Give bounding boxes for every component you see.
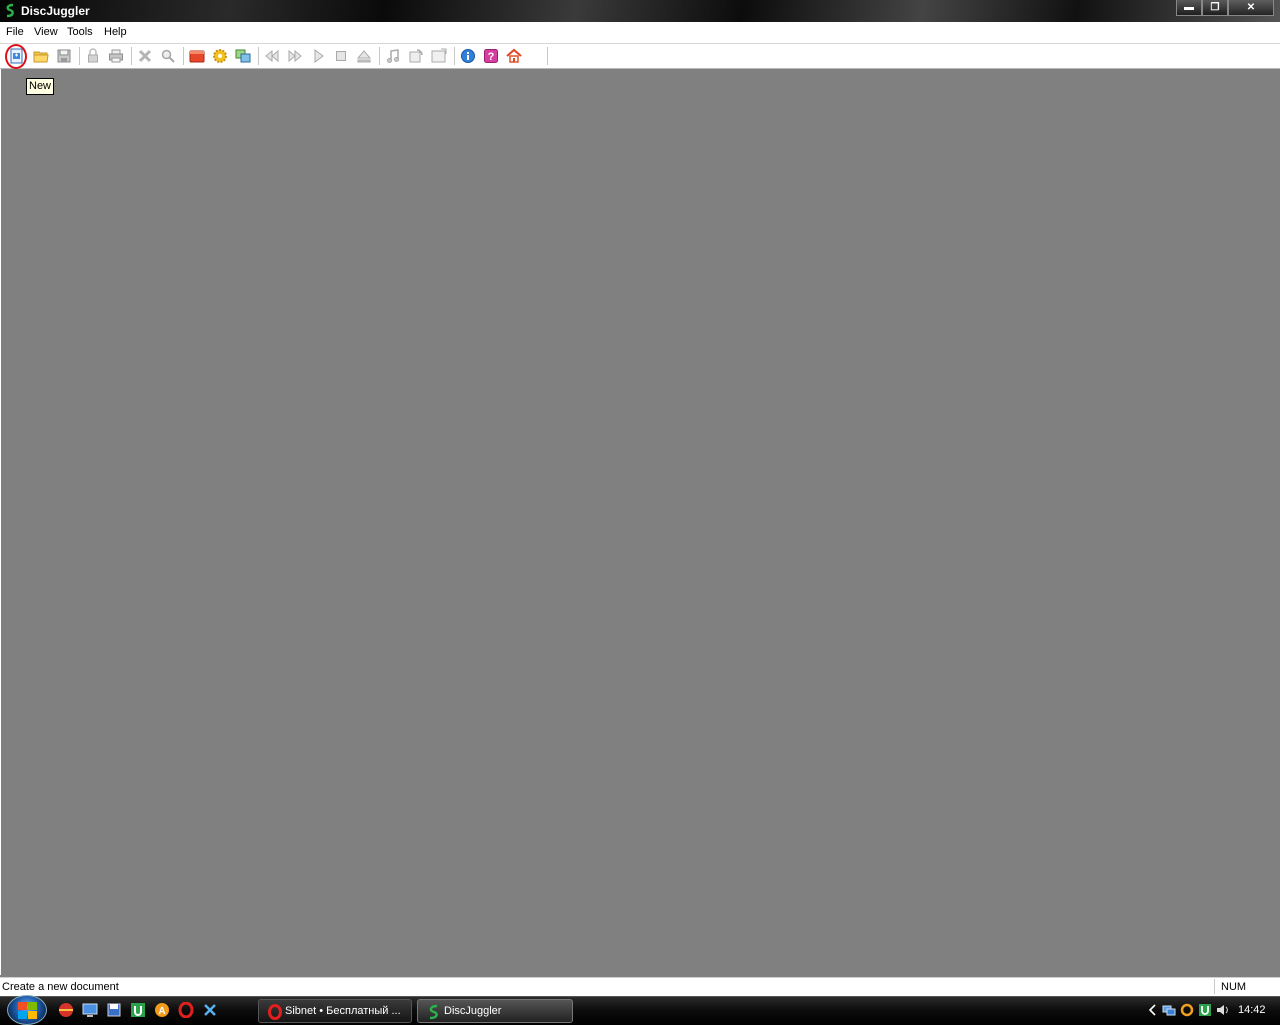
minimize-button[interactable]: ▬ <box>1176 0 1202 16</box>
delete-icon[interactable] <box>137 48 153 64</box>
quicklaunch-utorrent-icon[interactable] <box>130 1002 146 1018</box>
toolbar-separator <box>379 47 380 65</box>
opera-icon <box>267 1004 283 1020</box>
quicklaunch-opera-icon[interactable] <box>178 1001 194 1019</box>
toolbar-separator <box>454 47 455 65</box>
task-label: Sibnet • Бесплатный ... <box>285 1005 401 1017</box>
menu-help[interactable]: Help <box>104 26 127 38</box>
windows-logo-icon <box>18 1002 37 1019</box>
rewind-icon[interactable] <box>264 48 280 64</box>
minimize-icon: ▬ <box>1184 2 1194 13</box>
audio-icon[interactable] <box>385 48 401 64</box>
quicklaunch-browser-icon[interactable] <box>58 1002 74 1018</box>
num-lock-label: NUM <box>1221 981 1247 993</box>
tray-ring-icon[interactable] <box>1180 1003 1194 1017</box>
toolbar-separator <box>183 47 184 65</box>
close-icon: ✕ <box>1246 2 1256 13</box>
restore-button[interactable]: ❐ <box>1202 0 1228 16</box>
refresh-icon[interactable] <box>408 48 424 64</box>
taskbar: A Sibnet • Бесплатный ... DiscJuggler 14… <box>0 995 1280 1025</box>
window-title: DiscJuggler <box>21 4 90 18</box>
title-bar[interactable]: DiscJuggler ▬ ❐ ✕ <box>0 0 1280 22</box>
quicklaunch-desktop-icon[interactable] <box>82 1002 98 1018</box>
toolbar-separator <box>131 47 132 65</box>
volume-icon[interactable] <box>1216 1003 1230 1017</box>
tooltip: New <box>26 78 55 95</box>
discjuggler-icon <box>426 1004 442 1020</box>
svg-text:A: A <box>158 1006 165 1017</box>
quicklaunch-disk-icon[interactable] <box>106 1002 122 1018</box>
menu-bar: File View Tools Help <box>0 22 1280 44</box>
toolbar: ? <box>0 44 1280 69</box>
network-icon[interactable] <box>1162 1003 1176 1017</box>
print-icon[interactable] <box>108 48 124 64</box>
quicklaunch-avast-icon[interactable]: A <box>154 1002 170 1018</box>
start-button[interactable] <box>7 995 47 1025</box>
play-icon[interactable] <box>310 48 326 64</box>
task-discjuggler[interactable]: DiscJuggler <box>417 999 573 1023</box>
toolbar-separator <box>547 47 548 65</box>
toolbar-separator <box>79 47 80 65</box>
highlight-circle <box>5 44 27 69</box>
discjuggler-app-icon[interactable] <box>3 3 18 18</box>
toolbar-separator <box>258 47 259 65</box>
fast-forward-icon[interactable] <box>287 48 303 64</box>
clock[interactable]: 14:42 <box>1238 1004 1266 1016</box>
quicklaunch-tool-icon[interactable] <box>202 1002 218 1018</box>
eject-icon[interactable] <box>356 48 372 64</box>
tray-utorrent-icon[interactable] <box>1198 1003 1212 1017</box>
chevron-left-icon[interactable] <box>1146 1003 1160 1017</box>
copy-disc-icon[interactable] <box>235 48 251 64</box>
menu-view[interactable]: View <box>34 26 58 38</box>
task-label: DiscJuggler <box>444 1005 502 1017</box>
open-icon[interactable] <box>33 48 49 64</box>
status-bar: Create a new document NUM <box>0 977 1280 996</box>
info-icon[interactable] <box>460 48 476 64</box>
save-icon[interactable] <box>56 48 72 64</box>
home-icon[interactable] <box>506 48 522 64</box>
menu-tools[interactable]: Tools <box>67 26 93 38</box>
num-lock-indicator: NUM <box>1214 979 1265 994</box>
status-message: Create a new document <box>2 981 119 993</box>
restore-icon: ❐ <box>1210 2 1220 13</box>
lock-icon[interactable] <box>85 48 101 64</box>
media-icon[interactable] <box>189 48 205 64</box>
close-button[interactable]: ✕ <box>1228 0 1274 16</box>
disc-info-icon[interactable] <box>431 48 447 64</box>
stop-icon[interactable] <box>333 48 349 64</box>
svg-text:?: ? <box>488 51 495 63</box>
help-icon[interactable]: ? <box>483 48 499 64</box>
menu-file[interactable]: File <box>6 26 24 38</box>
find-icon[interactable] <box>160 48 176 64</box>
task-opera[interactable]: Sibnet • Бесплатный ... <box>258 999 412 1023</box>
gear-icon[interactable] <box>212 48 228 64</box>
workspace[interactable] <box>0 69 1280 975</box>
